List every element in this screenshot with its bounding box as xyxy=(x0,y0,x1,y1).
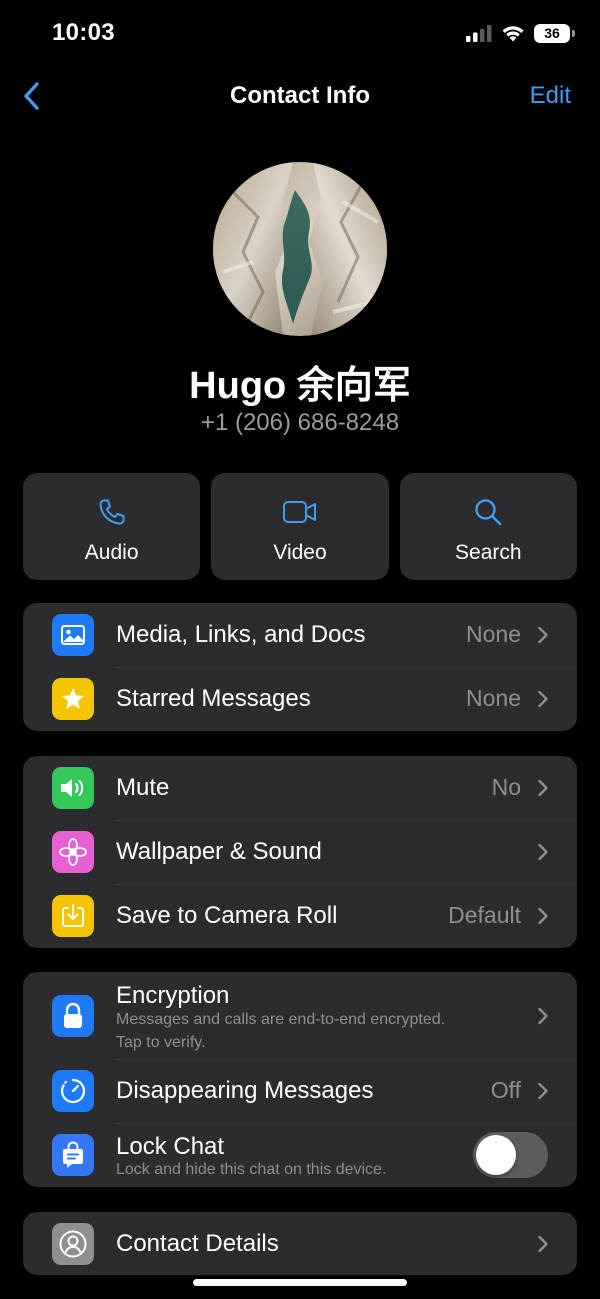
person-icon xyxy=(52,1222,94,1265)
contact-details-group: Contact Details xyxy=(23,1212,577,1275)
status-bar: 10:03 36 xyxy=(0,0,600,64)
star-icon xyxy=(52,678,94,720)
chevron-right-icon xyxy=(538,843,548,861)
video-call-button[interactable]: Video xyxy=(211,473,389,580)
phone-icon xyxy=(97,497,127,527)
lock-chat-description: Lock and hide this chat on this device. xyxy=(116,1161,387,1178)
contact-info-screen: 10:03 36 Contact Info Edit Hugo 余向军 +1 (… xyxy=(0,0,600,1299)
chevron-right-icon xyxy=(538,626,548,644)
photo-icon xyxy=(52,614,94,656)
starred-messages-value: None xyxy=(466,685,521,711)
page-title: Contact Info xyxy=(230,82,370,109)
avatar[interactable] xyxy=(213,162,387,336)
contact-details-label: Contact Details xyxy=(116,1229,279,1257)
cellular-signal-icon xyxy=(466,24,492,42)
audio-call-button[interactable]: Audio xyxy=(23,473,201,580)
disappearing-messages-value: Off xyxy=(490,1077,521,1103)
save-camera-roll-value: Default xyxy=(448,902,521,928)
settings-group: Mute No Wallpaper & Sound Save to Camera… xyxy=(23,756,577,948)
search-button[interactable]: Search xyxy=(399,473,577,580)
chevron-right-icon xyxy=(538,690,548,708)
timer-icon xyxy=(52,1070,94,1112)
lock-chat-toggle[interactable] xyxy=(473,1132,548,1178)
wallpaper-sound-label: Wallpaper & Sound xyxy=(116,838,322,865)
wallpaper-sound-row[interactable]: Wallpaper & Sound xyxy=(23,820,577,884)
speaker-icon xyxy=(52,767,94,809)
disappearing-messages-row[interactable]: Disappearing Messages Off xyxy=(23,1059,577,1123)
chevron-right-icon xyxy=(538,907,548,925)
save-camera-roll-label: Save to Camera Roll xyxy=(116,902,338,929)
starred-messages-label: Starred Messages xyxy=(116,685,311,712)
media-links-docs-row[interactable]: Media, Links, and Docs None xyxy=(23,603,577,667)
video-icon xyxy=(282,497,318,527)
contact-phone: +1 (206) 686-8248 xyxy=(200,409,400,436)
disappearing-messages-label: Disappearing Messages xyxy=(116,1077,374,1104)
media-group: Media, Links, and Docs None Starred Mess… xyxy=(23,603,577,731)
chevron-right-icon xyxy=(538,1082,548,1100)
media-links-docs-label: Media, Links, and Docs xyxy=(116,621,366,648)
status-icons: 36 xyxy=(466,20,575,46)
media-links-docs-value: None xyxy=(466,621,521,647)
mute-label: Mute xyxy=(116,774,170,801)
edit-button[interactable]: Edit xyxy=(530,82,571,110)
chevron-right-icon xyxy=(538,1007,548,1024)
search-label: Search xyxy=(455,541,522,564)
contact-details-row[interactable]: Contact Details xyxy=(23,1212,577,1275)
lock-chat-label: Lock Chat xyxy=(116,1133,225,1160)
flower-icon xyxy=(52,831,94,873)
encryption-description-line2: Tap to verify. xyxy=(116,1034,206,1051)
encryption-row[interactable]: Encryption Messages and calls are end-to… xyxy=(23,972,577,1059)
starred-messages-row[interactable]: Starred Messages None xyxy=(23,667,577,731)
encryption-description-line1: Messages and calls are end-to-end encryp… xyxy=(116,1011,446,1028)
mute-row[interactable]: Mute No xyxy=(23,756,577,820)
chevron-right-icon xyxy=(538,1235,548,1252)
home-indicator[interactable] xyxy=(193,1279,407,1286)
chevron-right-icon xyxy=(538,779,548,797)
video-label: Video xyxy=(273,541,327,564)
lock-chat-row: Lock Chat Lock and hide this chat on thi… xyxy=(23,1123,577,1187)
mute-value: No xyxy=(491,774,521,800)
battery-level: 36 xyxy=(544,25,560,41)
contact-name: Hugo 余向军 xyxy=(189,365,411,407)
quick-actions: Audio Video Search xyxy=(23,473,577,580)
lock-icon xyxy=(52,994,94,1037)
search-icon xyxy=(473,497,503,527)
chat-lock-icon xyxy=(52,1134,94,1176)
wifi-icon xyxy=(502,26,524,42)
navigation-bar: Contact Info Edit xyxy=(0,70,600,122)
save-camera-roll-row[interactable]: Save to Camera Roll Default xyxy=(23,884,577,948)
status-time: 10:03 xyxy=(52,19,115,46)
battery-icon: 36 xyxy=(534,23,575,43)
privacy-group: Encryption Messages and calls are end-to… xyxy=(23,972,577,1187)
avatar-photo xyxy=(213,162,387,336)
toggle-knob xyxy=(476,1135,516,1175)
audio-label: Audio xyxy=(84,541,139,564)
encryption-label: Encryption xyxy=(116,982,230,1009)
download-icon xyxy=(52,895,94,937)
